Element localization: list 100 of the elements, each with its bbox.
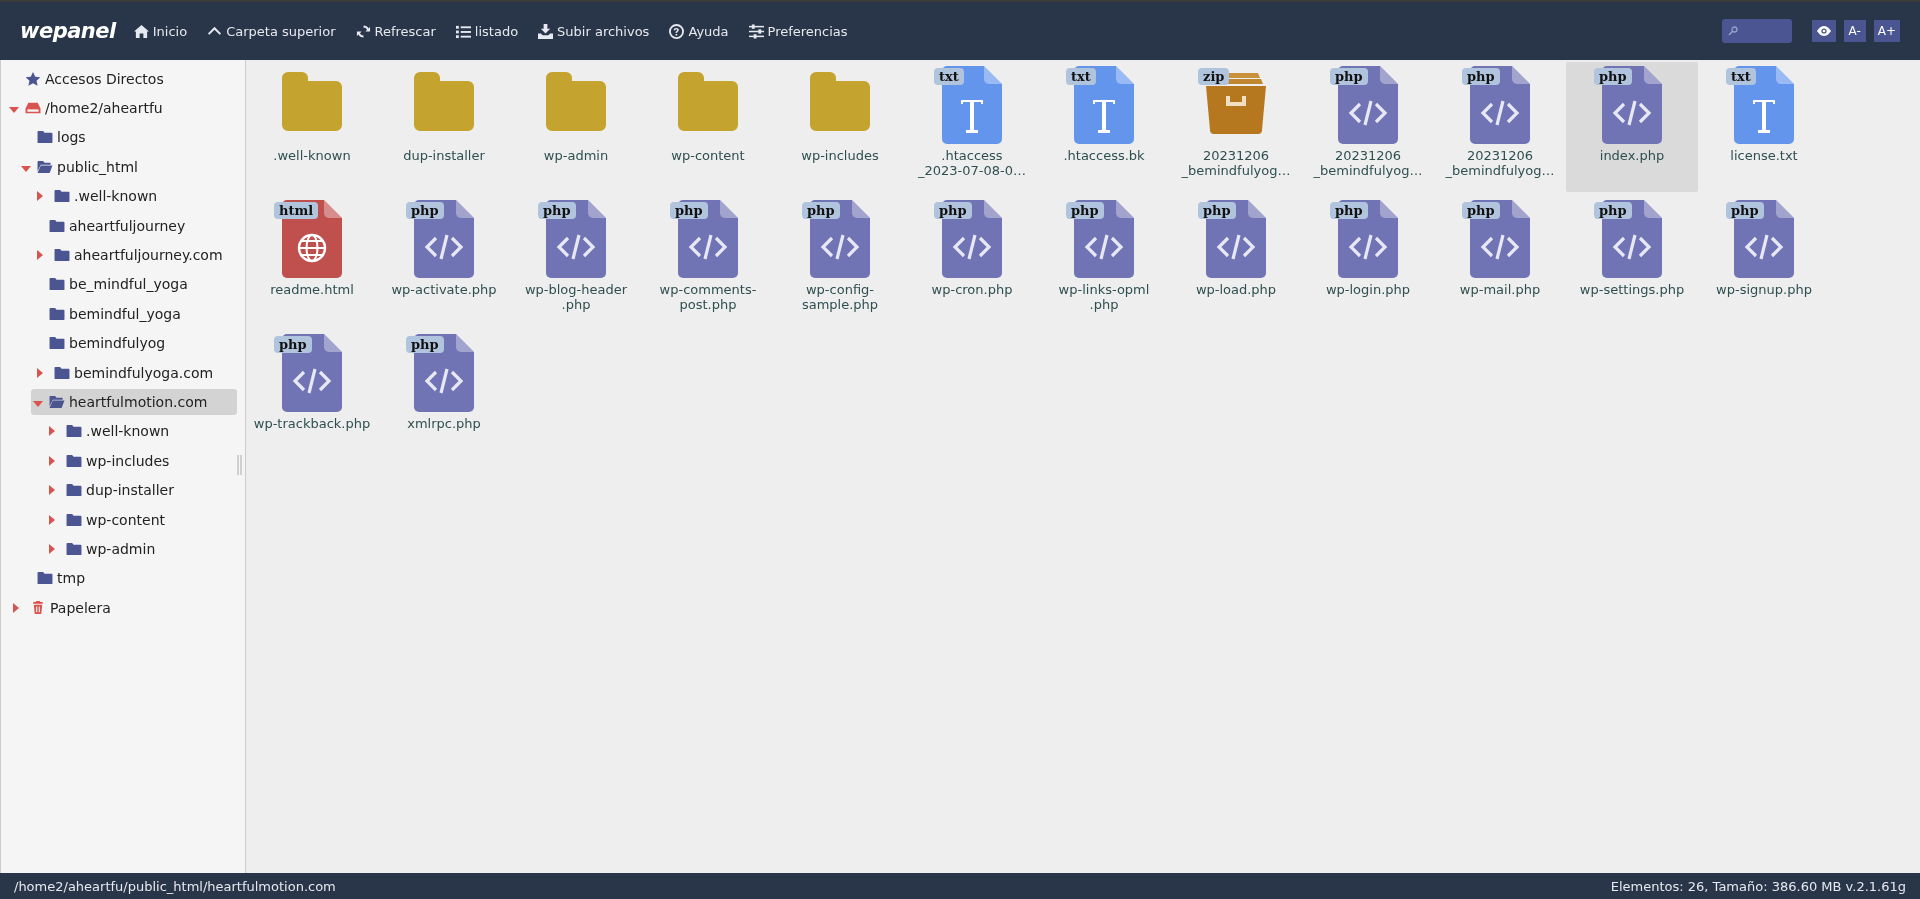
tree-item[interactable]: Accesos Directos xyxy=(7,65,172,92)
file-item[interactable]: wp-includes xyxy=(774,62,906,196)
file-name: 20231206 _bemindfulyog… xyxy=(1445,148,1555,178)
file-item[interactable]: .well-known xyxy=(246,62,378,196)
file-item[interactable]: php wp-signup.php xyxy=(1698,196,1830,330)
file-name: wp-cron.php xyxy=(931,282,1013,297)
file-name: wp-settings.php xyxy=(1579,282,1685,297)
file-item[interactable]: php wp-blog-header .php xyxy=(510,196,642,330)
file-name: dup-installer xyxy=(403,148,485,163)
file-item[interactable]: php 20231206 _bemindfulyog… xyxy=(1302,62,1434,196)
tree-item[interactable]: .well-known xyxy=(43,418,178,445)
font-size-button[interactable]: A- xyxy=(1843,20,1866,42)
nav-button[interactable]: Ayuda xyxy=(667,21,731,41)
tree-item[interactable]: tmp xyxy=(19,565,93,592)
file-item[interactable]: txt .htaccess _2023-07-08-0… xyxy=(906,62,1038,196)
file-name: license.txt xyxy=(1730,148,1798,163)
file-item[interactable]: txt license.txt xyxy=(1698,62,1830,196)
folder-icon xyxy=(37,130,53,145)
file-item[interactable]: html readme.html xyxy=(246,196,378,330)
trash-icon xyxy=(30,600,46,615)
file-item[interactable]: php wp-login.php xyxy=(1302,196,1434,330)
tree-item[interactable]: dup-installer xyxy=(43,477,182,504)
folder-icon xyxy=(66,483,82,498)
search-field[interactable] xyxy=(1721,19,1792,43)
caret-icon[interactable] xyxy=(33,401,43,407)
folder-icon xyxy=(49,277,65,292)
file-name: wp-comments- post.php xyxy=(659,282,757,312)
file-item[interactable]: php xmlrpc.php xyxy=(378,330,510,464)
file-item[interactable]: php wp-trackback.php xyxy=(246,330,378,464)
file-item[interactable]: php index.php xyxy=(1566,62,1698,192)
folder-icon xyxy=(66,541,82,556)
tree-item[interactable]: wp-includes xyxy=(43,447,178,474)
file-type-tag: php xyxy=(934,202,972,219)
tree-item[interactable]: Papelera xyxy=(7,594,119,621)
tree-item[interactable]: aheartfuljourney.com xyxy=(31,242,231,269)
tree-item[interactable]: bemindful_yoga xyxy=(31,300,189,327)
nav-button[interactable]: listado xyxy=(453,21,521,41)
file-type-tag: php xyxy=(670,202,708,219)
sliders-icon xyxy=(748,23,764,39)
file-item[interactable]: php wp-links-opml .php xyxy=(1038,196,1170,330)
file-item[interactable]: zip 20231206 _bemindfulyog… xyxy=(1170,62,1302,196)
file-type-tag: html xyxy=(274,202,319,219)
tree-item[interactable]: wp-content xyxy=(43,506,173,533)
star-icon xyxy=(25,71,41,86)
file-type-tag: php xyxy=(1594,202,1632,219)
file-name: wp-blog-header .php xyxy=(524,282,628,312)
tree-item[interactable]: public_html xyxy=(19,153,146,180)
file-name: wp-includes xyxy=(801,148,879,163)
resize-handle-icon[interactable] xyxy=(237,455,242,475)
file-type-tag: txt xyxy=(1726,68,1756,85)
file-type-tag: zip xyxy=(1198,68,1230,85)
open-folder-icon xyxy=(49,395,65,409)
folder-icon xyxy=(49,306,65,321)
tree-item[interactable]: bemindfulyog xyxy=(31,330,174,357)
tree-item[interactable]: be_mindful_yoga xyxy=(31,271,196,298)
file-name: wp-content xyxy=(671,148,745,163)
nav-button[interactable]: Inicio xyxy=(131,21,190,41)
folder-icon xyxy=(54,189,70,204)
file-type-tag: php xyxy=(1726,202,1764,219)
tree-item[interactable]: .well-known xyxy=(31,183,166,210)
tree-item[interactable]: aheartfuljourney xyxy=(31,212,194,239)
file-item[interactable]: dup-installer xyxy=(378,62,510,196)
file-item[interactable]: php wp-config- sample.php xyxy=(774,196,906,330)
file-type-tag: php xyxy=(1462,68,1500,85)
file-item[interactable]: php wp-settings.php xyxy=(1566,196,1698,330)
caret-icon[interactable] xyxy=(21,165,31,172)
folder-icon xyxy=(66,453,82,468)
caret-icon[interactable] xyxy=(9,107,19,114)
file-name: wp-config- sample.php xyxy=(801,282,879,312)
file-item[interactable]: php wp-cron.php xyxy=(906,196,1038,330)
tree-item[interactable]: heartfulmotion.com xyxy=(31,389,237,415)
file-type-tag: php xyxy=(1330,68,1368,85)
file-name: 20231206 _bemindfulyog… xyxy=(1313,148,1423,178)
file-item[interactable]: php wp-load.php xyxy=(1170,196,1302,330)
open-folder-icon xyxy=(37,159,53,174)
file-item[interactable]: php wp-comments- post.php xyxy=(642,196,774,330)
view-toggle-button[interactable] xyxy=(1811,20,1836,42)
folder-icon xyxy=(54,365,70,380)
eye-icon xyxy=(1815,25,1832,37)
tree-item[interactable]: /home2/aheartfu xyxy=(7,95,171,122)
tree-item[interactable]: logs xyxy=(19,124,94,151)
file-name: wp-mail.php xyxy=(1459,282,1541,297)
file-item[interactable]: php wp-activate.php xyxy=(378,196,510,330)
folder-icon xyxy=(54,248,70,263)
file-name: wp-trackback.php xyxy=(253,416,371,431)
file-type-tag: php xyxy=(406,336,444,353)
tree-item[interactable]: wp-admin xyxy=(43,535,164,562)
nav-button[interactable]: Subir archivos xyxy=(536,21,652,41)
file-type-tag: php xyxy=(406,202,444,219)
nav-button[interactable]: Carpeta superior xyxy=(205,21,338,41)
file-item[interactable]: wp-content xyxy=(642,62,774,196)
font-size-button[interactable]: A+ xyxy=(1873,20,1900,42)
file-item[interactable]: php wp-mail.php xyxy=(1434,196,1566,330)
nav-button[interactable]: Preferencias xyxy=(746,21,850,41)
file-item[interactable]: txt .htaccess.bk xyxy=(1038,62,1170,196)
file-type-tag: php xyxy=(1330,202,1368,219)
nav-button[interactable]: Refrescar xyxy=(353,21,438,41)
tree-item[interactable]: bemindfulyoga.com xyxy=(31,359,222,386)
file-item[interactable]: wp-admin xyxy=(510,62,642,196)
file-item[interactable]: php 20231206 _bemindfulyog… xyxy=(1434,62,1566,196)
